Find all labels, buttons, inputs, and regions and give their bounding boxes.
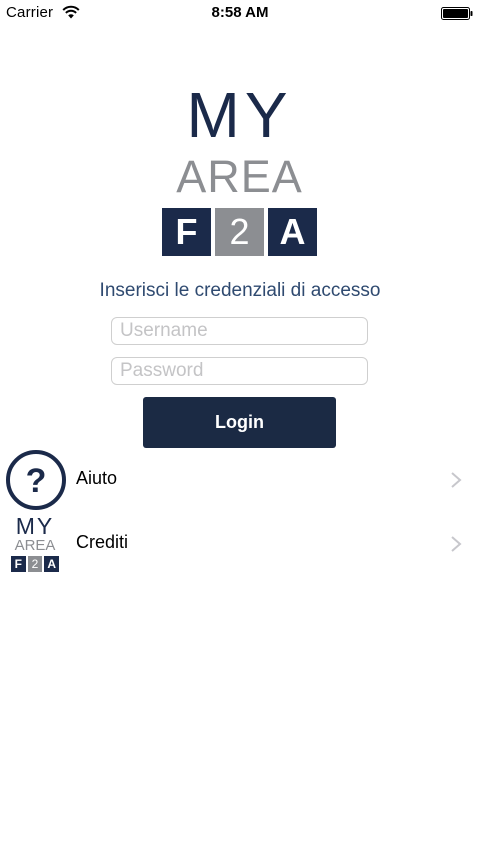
menu-item-label: Aiuto xyxy=(76,468,118,488)
logo-my-text: MY xyxy=(186,79,293,151)
logo-tile-a: A xyxy=(268,208,317,256)
logo-tile-2: 2 xyxy=(215,208,264,256)
mini-logo-my: MY xyxy=(15,513,55,539)
logo-tiles: F 2 A xyxy=(162,208,317,256)
mini-logo-tiles: F 2 A xyxy=(11,556,60,572)
chevron-right-icon xyxy=(451,472,462,488)
my-area-f2a-logo: MY AREA F 2 A xyxy=(162,79,317,256)
mini-tile-a: A xyxy=(44,556,60,572)
login-button[interactable]: Login xyxy=(143,397,336,448)
password-input[interactable] xyxy=(111,357,368,385)
mini-logo-area: AREA xyxy=(14,537,56,554)
menu-item-aiuto[interactable]: ? Aiuto xyxy=(0,448,480,512)
mini-tile-f: F xyxy=(11,556,26,572)
username-input[interactable] xyxy=(111,317,368,345)
my-area-f2a-logo-small: MY AREA F 2 A xyxy=(8,514,62,574)
clock: 8:58 AM xyxy=(211,4,269,21)
login-prompt: Inserisci le credenziali di accesso xyxy=(99,280,381,301)
status-bar: Carrier 8:58 AM xyxy=(0,0,480,28)
svg-text:?: ? xyxy=(26,462,47,500)
menu-item-crediti[interactable]: MY AREA F 2 A Crediti xyxy=(0,512,480,576)
logo-tile-f: F xyxy=(162,208,211,256)
help-question-icon: ? xyxy=(6,450,66,510)
mini-tile-2: 2 xyxy=(27,556,43,572)
logo-area-text: AREA xyxy=(176,151,303,202)
battery-full-icon xyxy=(441,7,473,20)
chevron-right-icon xyxy=(451,536,462,552)
menu-item-label: Crediti xyxy=(76,532,129,552)
